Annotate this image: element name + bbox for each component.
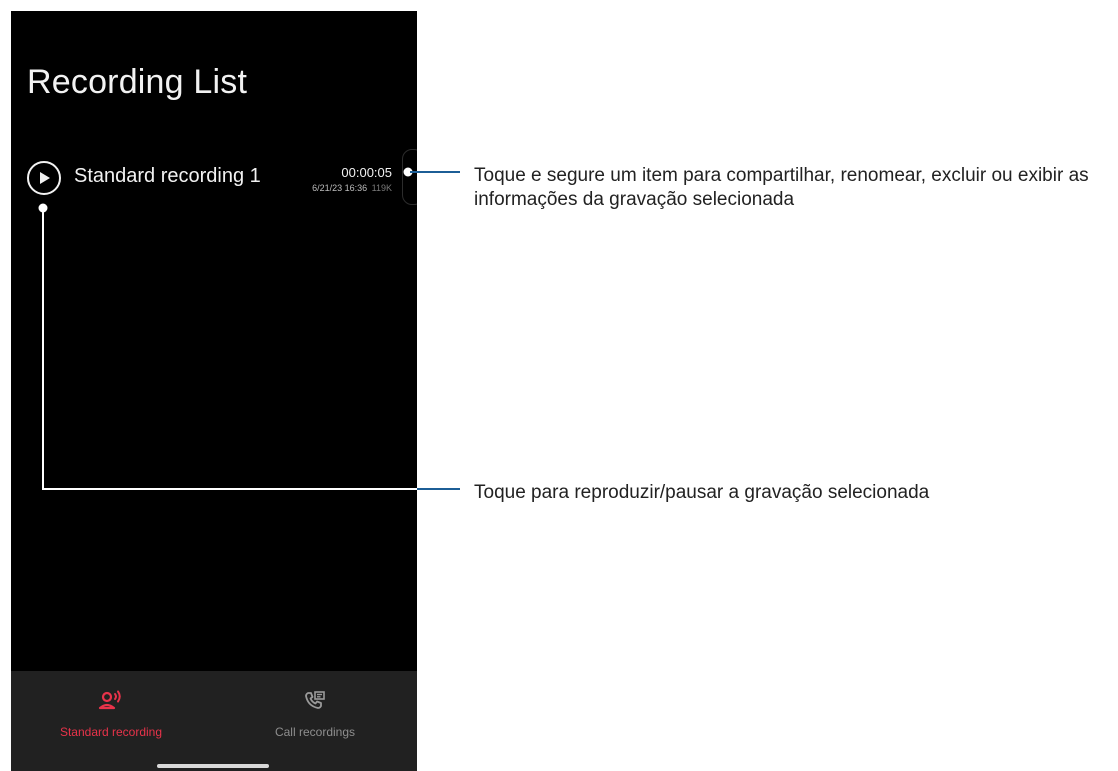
callout-play-pause: Toque para reproduzir/pausar a gravação …: [474, 482, 930, 503]
callout-line-item-menu: [403, 167, 460, 177]
callout-item-menu: Toque e segure um item para compartilhar…: [474, 165, 1089, 210]
callout-line-play-pause: [38, 203, 460, 490]
callout-lines: [38, 167, 460, 490]
